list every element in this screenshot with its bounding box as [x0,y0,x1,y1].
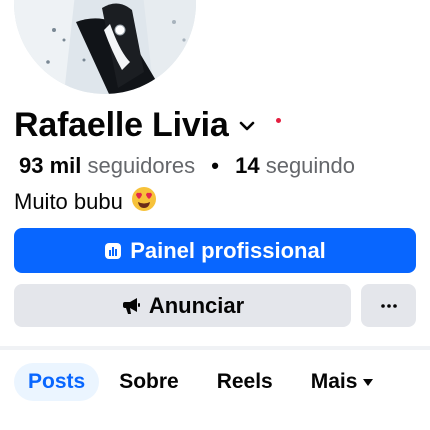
following-count[interactable]: 14 [235,153,259,178]
chevron-down-icon[interactable] [239,119,255,137]
profile-tabs: Posts Sobre Reels Mais [14,363,374,401]
more-icon [380,303,397,308]
profile-bio: Muito bubu [14,186,157,218]
section-divider [0,346,430,350]
caret-down-icon [363,378,374,386]
following-label[interactable]: seguindo [266,153,355,178]
tab-label: Reels [216,370,273,393]
notification-dot [276,118,281,123]
bio-text: Muito bubu [14,189,123,214]
more-options-button[interactable] [361,284,416,327]
advertise-button[interactable]: Anunciar [14,284,351,327]
dashboard-button-label: Painel profissional [130,237,326,263]
tab-posts[interactable]: Posts [14,363,100,401]
tab-more[interactable]: Mais [311,363,374,401]
tab-about[interactable]: Sobre [119,363,179,401]
stats-separator: • [211,153,219,178]
heart-eyes-emoji [131,186,157,218]
tab-label: Posts [28,370,86,393]
followers-label[interactable]: seguidores [88,153,196,178]
professional-dashboard-button[interactable]: Painel profissional [14,228,416,273]
profile-name-row: Rafaelle Livia [14,106,255,145]
tab-label: Sobre [119,370,179,393]
profile-picture-container[interactable] [14,0,196,94]
avatar[interactable] [14,0,196,94]
dashboard-icon [104,242,122,260]
profile-stats: 93 mil seguidores • 14 seguindo [19,153,355,179]
advertise-button-label: Anunciar [148,292,245,318]
followers-count[interactable]: 93 mil [19,153,81,178]
tab-label: Mais [310,370,358,393]
megaphone-icon [121,297,141,315]
tab-reels[interactable]: Reels [217,363,273,401]
profile-name: Rafaelle Livia [14,106,229,144]
